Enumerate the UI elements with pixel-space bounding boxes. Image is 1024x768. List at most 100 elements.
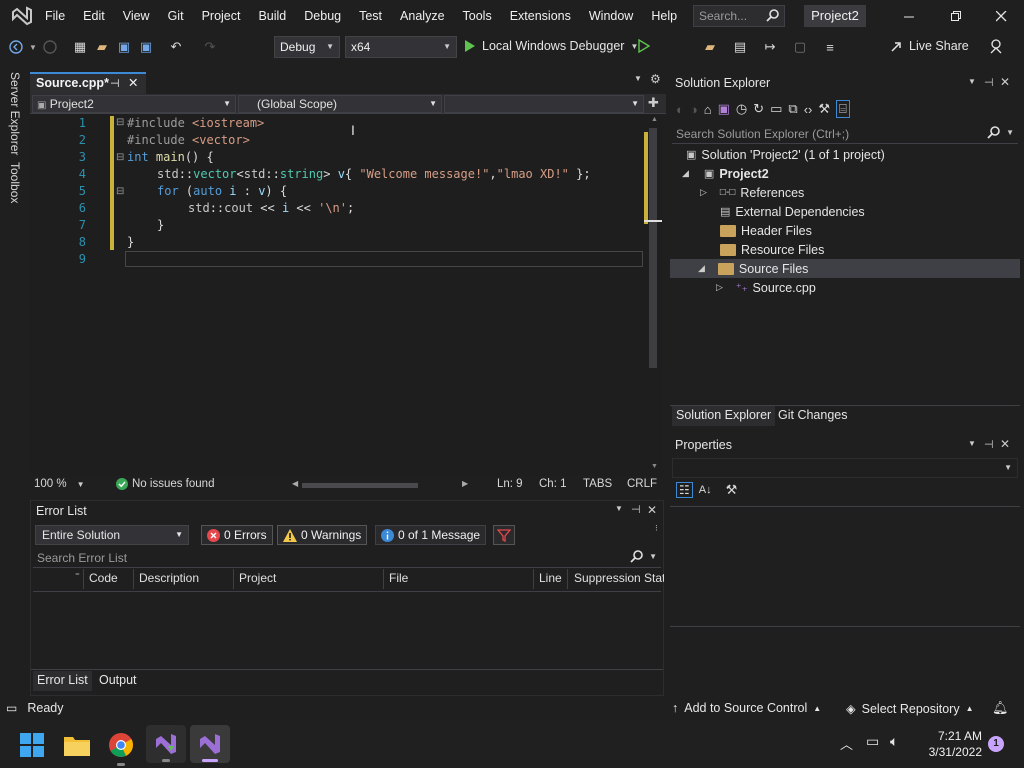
line-indicator[interactable]: Ln: 9 bbox=[497, 478, 523, 490]
column-suppression-state[interactable]: Suppression State bbox=[574, 571, 664, 585]
volume-icon[interactable]: 🔈︎ bbox=[890, 733, 898, 750]
messages-filter-button[interactable]: 0 of 1 Message bbox=[375, 525, 487, 545]
visual-studio-icon[interactable] bbox=[190, 725, 230, 763]
server-explorer-tab[interactable]: Server Explorer bbox=[8, 72, 22, 155]
tree-external-dependencies[interactable]: ▤ External Dependencies bbox=[720, 202, 865, 221]
start-without-debugging-icon[interactable] bbox=[638, 39, 650, 53]
forward-icon[interactable]: ◑ bbox=[690, 102, 698, 117]
menu-file[interactable]: File bbox=[36, 9, 74, 23]
split-editor-icon[interactable]: ✚ bbox=[648, 95, 659, 111]
column-options-icon[interactable]: ⁼ bbox=[75, 571, 80, 582]
format-icon[interactable]: ≡ bbox=[820, 37, 840, 57]
panel-menu-icon[interactable]: ▼ bbox=[615, 504, 623, 513]
select-repository-button[interactable]: ◈ Select Repository ▲ bbox=[846, 701, 974, 717]
horizontal-scrollbar-thumb[interactable] bbox=[302, 483, 418, 488]
scroll-left-icon[interactable]: ◀ bbox=[292, 479, 298, 488]
tab-error-list[interactable]: Error List bbox=[33, 671, 92, 691]
show-all-files-icon[interactable]: ⧉ bbox=[788, 101, 797, 117]
menu-git[interactable]: Git bbox=[159, 9, 193, 23]
tab-source-cpp[interactable]: Source.cpp* ⊣ ✕ bbox=[30, 72, 146, 94]
collapsed-arrow-icon[interactable]: ▷ bbox=[716, 282, 723, 293]
menu-view[interactable]: View bbox=[114, 9, 159, 23]
categorized-icon[interactable]: ☷ bbox=[676, 482, 693, 498]
project-name-badge[interactable]: Project2 bbox=[804, 5, 866, 27]
errors-filter-button[interactable]: 0 Errors bbox=[201, 525, 273, 545]
vertical-scrollbar[interactable]: ▲ ▼ bbox=[644, 114, 662, 476]
collapsed-arrow-icon[interactable]: ▷ bbox=[700, 187, 707, 198]
close-panel-icon[interactable]: ✕ bbox=[1000, 75, 1010, 89]
column-description[interactable]: Description bbox=[139, 571, 199, 585]
collapse-icon[interactable]: ⊟ bbox=[116, 117, 124, 128]
browse-folder-icon[interactable]: ▰ bbox=[700, 37, 720, 57]
close-panel-icon[interactable]: ✕ bbox=[1000, 437, 1010, 451]
close-tab-icon[interactable]: ✕ bbox=[128, 74, 138, 92]
settings-gear-icon[interactable]: ⚙ bbox=[650, 72, 661, 86]
minimize-button[interactable] bbox=[886, 0, 932, 32]
properties-object-select[interactable]: ▼ bbox=[672, 458, 1018, 478]
tree-solution[interactable]: ▣ Solution 'Project2' (1 of 1 project) bbox=[686, 145, 885, 164]
column-project[interactable]: Project bbox=[239, 571, 276, 585]
tab-output[interactable]: Output bbox=[95, 671, 141, 691]
switch-views-icon[interactable]: ▣ bbox=[718, 101, 730, 117]
tree-resource-files[interactable]: Resource Files bbox=[720, 240, 824, 259]
network-icon[interactable]: ▭ bbox=[866, 733, 879, 750]
properties-wrench-icon[interactable]: ⚒ bbox=[818, 101, 830, 117]
new-project-icon[interactable]: ▦ bbox=[70, 37, 90, 57]
start-windows-icon[interactable] bbox=[20, 733, 44, 757]
menu-project[interactable]: Project bbox=[193, 9, 250, 23]
sync-icon[interactable]: ↻ bbox=[753, 101, 764, 117]
panel-menu-icon[interactable]: ▼ bbox=[968, 439, 976, 448]
column-file[interactable]: File bbox=[389, 571, 408, 585]
feedback-icon[interactable] bbox=[988, 38, 1004, 54]
error-scope-select[interactable]: Entire Solution ▼ bbox=[35, 525, 189, 545]
global-scope-select[interactable]: (Global Scope) ▼ bbox=[238, 95, 442, 113]
issues-indicator[interactable]: No issues found bbox=[116, 478, 214, 490]
member-scope-select[interactable]: ▼ bbox=[444, 95, 644, 113]
menu-window[interactable]: Window bbox=[580, 9, 642, 23]
panel-menu-icon[interactable]: ▼ bbox=[968, 77, 976, 86]
close-window-button[interactable] bbox=[978, 0, 1024, 32]
platform-select[interactable]: x64 ▼ bbox=[345, 36, 457, 58]
filter-button[interactable] bbox=[493, 525, 515, 545]
alphabetical-icon[interactable]: A↓ bbox=[699, 484, 712, 496]
pin-icon[interactable]: ⊣ bbox=[984, 76, 994, 89]
back-icon[interactable]: ◐ bbox=[676, 102, 684, 117]
add-to-source-control-button[interactable]: ↑ Add to Source Control ▲ bbox=[672, 701, 821, 715]
tree-references[interactable]: ▷ □-□ References bbox=[700, 183, 804, 202]
tree-source-files[interactable]: ◢ Source Files bbox=[670, 259, 1020, 278]
expanded-arrow-icon[interactable]: ◢ bbox=[698, 263, 705, 274]
column-line[interactable]: Line bbox=[539, 571, 562, 585]
solution-search-input[interactable]: Search Solution Explorer (Ctrl+;) ▼ bbox=[672, 124, 1018, 144]
menu-help[interactable]: Help bbox=[642, 9, 686, 23]
show-hidden-icons-icon[interactable]: ︿ bbox=[840, 734, 853, 753]
tree-source-cpp[interactable]: ▷ ⁺₊ Source.cpp bbox=[716, 278, 816, 297]
pin-icon[interactable]: ⊣ bbox=[631, 503, 641, 516]
tree-project[interactable]: ◢ ▣ Project2 bbox=[682, 164, 769, 183]
configuration-select[interactable]: Debug ▼ bbox=[274, 36, 340, 58]
view-code-icon[interactable]: ‹› bbox=[804, 102, 813, 117]
menu-build[interactable]: Build bbox=[249, 9, 295, 23]
more-options-icon[interactable]: ⁝ bbox=[655, 523, 658, 534]
redo-icon[interactable]: ↷ bbox=[200, 37, 220, 57]
tab-solution-explorer[interactable]: Solution Explorer bbox=[672, 406, 776, 426]
menu-analyze[interactable]: Analyze bbox=[391, 9, 453, 23]
zoom-select[interactable]: 100 % ▼ bbox=[34, 478, 85, 490]
project-scope-select[interactable]: ▣ Project2 ▼ bbox=[32, 95, 236, 113]
tab-overflow-icon[interactable]: ▼ bbox=[634, 74, 642, 83]
chrome-icon[interactable] bbox=[109, 733, 133, 766]
step-icon[interactable]: ↦ bbox=[760, 37, 780, 57]
scrollbar-thumb[interactable] bbox=[649, 128, 657, 368]
chevron-down-icon[interactable]: ▼ bbox=[1006, 128, 1014, 137]
back-icon[interactable] bbox=[6, 37, 26, 57]
home-icon[interactable]: ⌂ bbox=[704, 102, 712, 117]
live-share-button[interactable]: Live Share bbox=[890, 39, 969, 53]
maximize-button[interactable] bbox=[932, 0, 978, 32]
open-folder-icon[interactable]: ▰ bbox=[92, 37, 112, 57]
toolbox-tab[interactable]: Toolbox bbox=[8, 162, 22, 203]
layout-icon[interactable]: ▤ bbox=[730, 37, 750, 57]
collapse-icon[interactable]: ⊟ bbox=[116, 152, 124, 163]
warnings-filter-button[interactable]: 0 Warnings bbox=[277, 525, 368, 545]
pin-icon[interactable]: ⊣ bbox=[110, 75, 120, 93]
window-icon[interactable]: ▢ bbox=[790, 37, 810, 57]
save-icon[interactable]: ▣ bbox=[114, 37, 134, 57]
